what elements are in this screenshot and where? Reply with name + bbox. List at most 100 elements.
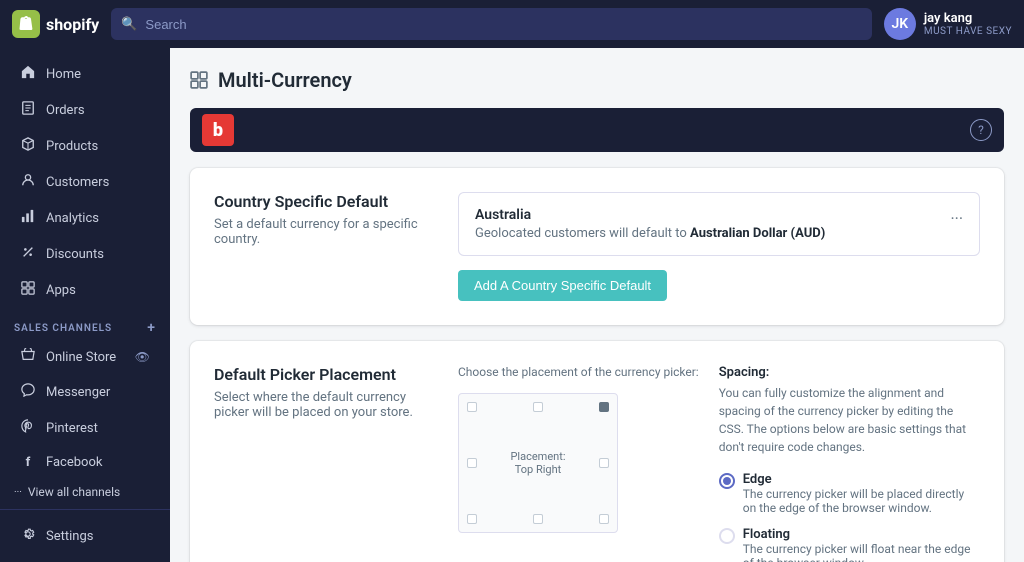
radio-floating-desc: The currency picker will float near the … [743,542,980,562]
picker-placement-card: Default Picker Placement Select where th… [190,341,1004,562]
sidebar-label-products: Products [46,139,98,154]
radio-floating[interactable]: Floating The currency picker will float … [719,527,980,562]
pinterest-icon [20,419,36,437]
user-text: jay kang MUST HAVE SEXY [924,11,1012,37]
dot-top-right[interactable] [599,402,609,412]
sidebar-item-analytics[interactable]: Analytics [6,201,164,235]
user-tagline: MUST HAVE SEXY [924,26,1012,37]
dot-bottom-center[interactable] [533,514,543,524]
shopify-logo: shopify [12,10,99,38]
country-row: Australia Geolocated customers will defa… [458,192,980,256]
sidebar-item-products[interactable]: Products [6,129,164,163]
settings-icon [20,527,36,545]
sidebar-item-apps[interactable]: Apps [6,273,164,307]
search-icon: 🔍 [121,17,137,32]
user-info: JK jay kang MUST HAVE SEXY [884,8,1012,40]
radio-edge-input[interactable] [719,473,735,489]
country-info: Australia Geolocated customers will defa… [475,207,825,241]
sidebar-label-analytics: Analytics [46,211,99,226]
add-country-default-button[interactable]: Add A Country Specific Default [458,270,667,301]
picker-placement-inner: Choose the placement of the currency pic… [458,365,980,562]
sidebar-item-customers[interactable]: Customers [6,165,164,199]
sidebar-label-customers: Customers [46,175,109,190]
analytics-icon [20,209,36,227]
country-default-card: Country Specific Default Set a default c… [190,168,1004,325]
radio-floating-title: Floating [743,527,980,542]
ellipsis-icon: ··· [14,487,22,498]
view-all-channels[interactable]: ··· View all channels [0,479,170,505]
radio-edge-label: Edge The currency picker will be placed … [743,472,980,515]
sidebar-label-orders: Orders [46,103,85,118]
sidebar-label-discounts: Discounts [46,247,104,262]
sidebar-item-discounts[interactable]: Discounts [6,237,164,271]
sales-channels-title: SALES CHANNELS [14,323,112,334]
messenger-icon [20,383,36,401]
home-icon [20,65,36,83]
picker-card-right: Choose the placement of the currency pic… [458,365,980,562]
dot-bottom-right[interactable] [599,514,609,524]
top-nav: shopify 🔍 JK jay kang MUST HAVE SEXY [0,0,1024,48]
app-logo: b [202,114,234,146]
facebook-icon: f [20,455,36,470]
picker-area[interactable]: Placement: Top Right [458,393,618,533]
app-banner: b ? [190,108,1004,152]
customers-icon [20,173,36,191]
sidebar-item-messenger[interactable]: Messenger [6,375,164,409]
page-title: Multi-Currency [218,68,352,92]
sales-channels-section: SALES CHANNELS + [0,308,170,340]
sidebar-label-apps: Apps [46,283,76,298]
picker-desc: Select where the default currency picker… [214,390,434,420]
apps-icon [20,281,36,299]
page-header: Multi-Currency [190,68,1004,92]
sidebar-item-orders[interactable]: Orders [6,93,164,127]
placement-label: Placement: Top Right [510,450,565,476]
sidebar-label-facebook: Facebook [46,455,102,470]
country-default-desc: Set a default currency for a specific co… [214,217,434,247]
more-options-icon[interactable]: ··· [950,209,963,228]
sidebar-label-messenger: Messenger [46,385,110,400]
dot-mid-right[interactable] [599,458,609,468]
country-name: Australia [475,207,825,223]
sidebar-label-online-store: Online Store [46,350,116,365]
dot-bottom-left[interactable] [467,514,477,524]
card-right: Australia Geolocated customers will defa… [458,192,980,301]
dot-mid-left[interactable] [467,458,477,468]
products-icon [20,137,36,155]
sidebar-label-home: Home [46,67,81,82]
country-default-title: Country Specific Default [214,192,434,211]
brand-name: shopify [46,15,99,34]
radio-edge[interactable]: Edge The currency picker will be placed … [719,472,980,515]
sidebar-item-facebook[interactable]: f Facebook [6,447,164,478]
radio-floating-label: Floating The currency picker will float … [743,527,980,562]
spacing-desc: You can fully customize the alignment an… [719,384,980,456]
eye-icon: 👁 [135,350,150,364]
radio-edge-title: Edge [743,472,980,487]
discounts-icon [20,245,36,263]
dot-top-left[interactable] [467,402,477,412]
card-left: Country Specific Default Set a default c… [214,192,434,301]
sidebar-label-settings: Settings [46,529,93,544]
view-all-label: View all channels [28,485,120,499]
spacing-section: Spacing: You can fully customize the ali… [719,365,980,456]
main-content: Multi-Currency b ? Country Specific Defa… [170,48,1024,562]
search-bar[interactable]: 🔍 [111,8,872,40]
picker-col1: Choose the placement of the currency pic… [458,365,699,533]
user-name: jay kang [924,11,1012,26]
radio-floating-input[interactable] [719,528,735,544]
orders-icon [20,101,36,119]
country-sub: Geolocated customers will default to Aus… [475,226,825,241]
picker-card-left: Default Picker Placement Select where th… [214,365,434,562]
search-input[interactable] [145,17,861,32]
card-inner: Country Specific Default Set a default c… [214,192,980,301]
sidebar: Home Orders Products Customers Analytics [0,48,170,562]
page-header-icon [190,71,208,89]
add-sales-channel-icon[interactable]: + [147,320,156,336]
app-help-button[interactable]: ? [970,119,992,141]
dot-top-center[interactable] [533,402,543,412]
sidebar-item-online-store[interactable]: Online Store 👁 [6,341,164,373]
chooser-label: Choose the placement of the currency pic… [458,365,699,379]
sidebar-item-settings[interactable]: Settings [6,519,164,553]
sidebar-item-home[interactable]: Home [6,57,164,91]
radio-edge-desc: The currency picker will be placed direc… [743,487,980,515]
sidebar-item-pinterest[interactable]: Pinterest [6,411,164,445]
